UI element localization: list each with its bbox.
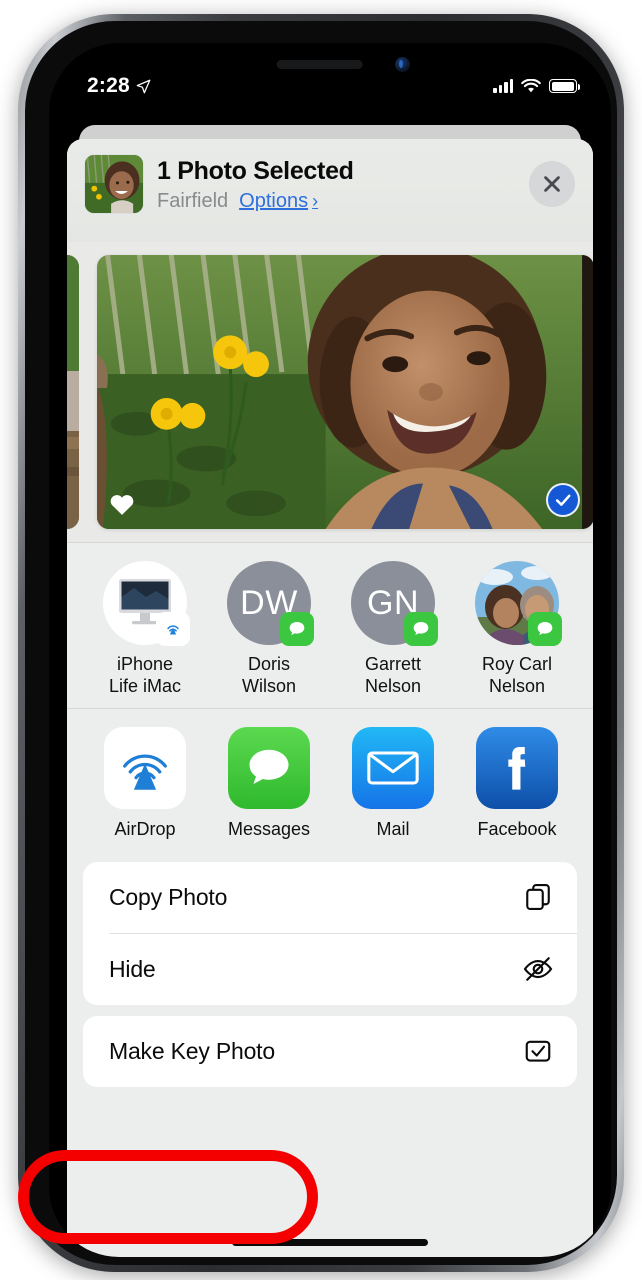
heart-icon — [110, 495, 134, 515]
wifi-icon — [521, 78, 541, 92]
share-target-iphone-life-imac[interactable]: iPhone Life iMac — [91, 561, 199, 698]
selected-checkmark-badge[interactable] — [546, 483, 580, 517]
share-sheet: 1 Photo Selected Fairfield Options › iPh… — [67, 139, 593, 1257]
action-label: Copy Photo — [109, 883, 228, 910]
screenshot-stage: 2:28 1 Photo Selected Fairfield Options … — [0, 0, 642, 1280]
avatar: GN — [351, 561, 438, 646]
checkmark-icon — [555, 494, 571, 506]
photo-preview-child-in-garden[interactable] — [97, 255, 593, 529]
share-app-airdrop[interactable]: AirDrop — [91, 726, 199, 840]
share-sheet-header: 1 Photo Selected Fairfield Options › — [67, 139, 593, 242]
share-target-doris-wilson[interactable]: DW Doris Wilson — [215, 561, 323, 698]
share-apps-row[interactable]: AirDrop Messages Mail Facebook — [67, 708, 593, 850]
share-target-label-line1: iPhone — [116, 654, 174, 674]
action-card-primary: Copy Photo Hide — [83, 861, 577, 1005]
photo-preview-strip — [67, 242, 593, 542]
checkbox-checked-icon — [521, 1034, 555, 1068]
share-target-label: Roy Carl Nelson — [482, 654, 552, 698]
previous-photo-preview[interactable] — [67, 255, 79, 529]
share-sheet-header-text: 1 Photo Selected Fairfield Options › — [157, 155, 354, 213]
share-app-messages[interactable]: Messages — [215, 726, 323, 840]
copy-icon — [521, 880, 555, 914]
share-target-label-line2: Nelson — [364, 675, 422, 696]
action-make-key-photo[interactable]: Make Key Photo — [83, 1016, 577, 1087]
share-app-label: Mail — [376, 818, 410, 839]
share-target-garrett-nelson[interactable]: GN Garrett Nelson — [339, 561, 447, 698]
share-target-roy-carl-nelson[interactable]: Roy Carl Nelson — [463, 561, 571, 698]
action-label: Hide — [109, 955, 156, 982]
close-icon — [544, 176, 560, 192]
share-target-label: iPhone Life iMac — [109, 654, 181, 698]
share-target-label-line2: Wilson — [241, 675, 296, 696]
status-bar: 2:28 — [49, 43, 611, 107]
phone-bezel: 2:28 1 Photo Selected Fairfield Options … — [25, 21, 617, 1265]
messages-icon — [228, 726, 310, 809]
mail-icon — [352, 726, 434, 809]
share-app-label: Messages — [227, 818, 311, 839]
share-actions: Copy Photo Hide Make Key Photo — [67, 849, 593, 1087]
messages-badge-icon — [280, 612, 314, 646]
share-contacts-row[interactable]: iPhone Life iMac DW Doris Wilson GN Garr… — [67, 543, 593, 708]
options-button[interactable]: Options › — [239, 190, 318, 213]
status-time: 2:28 — [87, 74, 130, 97]
status-bar-right — [493, 78, 580, 94]
phone-screen: 2:28 1 Photo Selected Fairfield Options … — [49, 43, 611, 1257]
facebook-icon — [476, 726, 558, 809]
messages-badge-icon — [404, 612, 438, 646]
hide-eye-slash-icon — [521, 952, 555, 986]
share-target-partial[interactable]: Je — [587, 561, 593, 698]
action-copy-photo[interactable]: Copy Photo — [83, 862, 577, 933]
airdrop-icon — [104, 726, 186, 809]
share-target-label-line1: Doris — [247, 654, 290, 674]
action-label: Make Key Photo — [109, 1037, 275, 1064]
battery-icon — [549, 79, 580, 93]
location-arrow-icon — [136, 79, 151, 93]
status-bar-left: 2:28 — [87, 74, 151, 98]
avatar — [103, 561, 190, 646]
cellular-bars-icon — [493, 79, 513, 93]
home-indicator[interactable] — [232, 1239, 428, 1246]
action-hide[interactable]: Hide — [83, 934, 577, 1005]
share-app-mail[interactable]: Mail — [339, 726, 447, 840]
share-app-messenger[interactable]: Me — [587, 727, 593, 840]
iphone-frame: 2:28 1 Photo Selected Fairfield Options … — [18, 14, 624, 1272]
share-target-label-line1: Garrett — [364, 654, 421, 674]
action-card-secondary: Make Key Photo — [83, 1015, 577, 1087]
share-app-label: Facebook — [477, 818, 557, 839]
share-target-label-line2: Nelson — [488, 675, 545, 696]
share-app-facebook[interactable]: Facebook — [463, 726, 571, 840]
share-app-label: AirDrop — [114, 818, 176, 839]
avatar — [475, 561, 562, 646]
share-target-label: Doris Wilson — [242, 654, 296, 698]
share-target-label-line1: Roy Carl — [481, 654, 552, 674]
chevron-right-icon: › — [312, 190, 319, 211]
avatar: DW — [227, 561, 314, 646]
airdrop-badge-icon — [156, 612, 190, 646]
album-name: Fairfield — [157, 189, 229, 212]
selected-photo-thumbnail[interactable] — [85, 155, 143, 213]
share-target-label: Garrett Nelson — [365, 654, 421, 698]
options-label: Options — [239, 189, 309, 212]
close-button[interactable] — [529, 161, 575, 207]
messages-badge-icon — [528, 612, 562, 646]
share-sheet-subtitle: Fairfield Options › — [157, 190, 354, 213]
page-title: 1 Photo Selected — [157, 157, 354, 185]
share-target-label-line2: Life iMac — [108, 675, 182, 696]
